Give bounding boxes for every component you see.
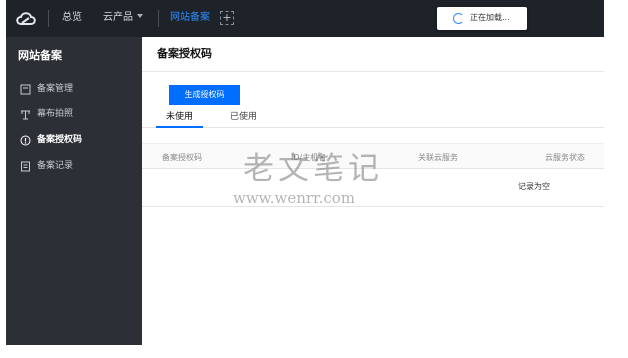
page-header: 备案授权码 (142, 37, 604, 72)
nav-overview[interactable]: 总览 (62, 11, 82, 25)
sidebar-item-label: 备案授权码 (37, 135, 83, 145)
content-area (142, 73, 604, 345)
main-content: 备案授权码 生成授权码 未使用 已使用 备案授权码 ID/主机名 关联云服务 云… (142, 37, 604, 345)
sidebar-item-curtain-photo[interactable]: 幕布拍照 (6, 104, 142, 126)
doc-square-icon (20, 84, 31, 95)
column-header-cloud-service: 关联云服务 (418, 153, 458, 162)
info-circle-icon (20, 135, 31, 146)
active-tab-indicator (156, 126, 203, 128)
camera-stand-icon (21, 110, 30, 120)
loading-text: 正在加载... (470, 13, 510, 22)
divider (158, 10, 159, 27)
tab-unused[interactable]: 未使用 (166, 111, 193, 124)
nav-products[interactable]: 云产品 (103, 11, 143, 25)
loading-spinner-icon (453, 13, 464, 24)
watermark-url: www.wenrr.com (233, 189, 355, 207)
cloud-logo-icon[interactable] (14, 9, 38, 27)
page-title: 备案授权码 (157, 47, 212, 60)
generate-auth-code-button[interactable]: 生成授权码 (169, 85, 240, 105)
sidebar-item-filing-management[interactable]: 备案管理 (6, 79, 142, 101)
loading-toast: 正在加载... (437, 7, 527, 30)
tabs-divider (142, 127, 604, 128)
sidebar-item-label: 备案记录 (37, 161, 74, 171)
record-list-icon (21, 161, 30, 172)
sidebar-item-filing-records[interactable]: 备案记录 (6, 156, 142, 178)
nav-website-filing[interactable]: 网站备案 (170, 11, 210, 25)
sidebar-item-auth-code[interactable]: 备案授权码 (6, 130, 142, 152)
nav-products-label: 云产品 (103, 12, 133, 23)
sidebar: 网站备案 备案管理 幕布拍照 备案授权码 备案记录 (6, 37, 142, 345)
console-window: 总览 云产品 网站备案 + 正在加载... 网站备案 备案管理 幕布拍照 备案授… (0, 0, 628, 358)
sidebar-title: 网站备案 (18, 49, 62, 62)
divider (48, 10, 49, 27)
watermark-text: 老文笔记 (243, 151, 383, 187)
tab-used[interactable]: 已使用 (230, 111, 257, 124)
column-header-auth-code: 备案授权码 (162, 153, 202, 162)
sidebar-item-label: 幕布拍照 (37, 109, 74, 119)
column-header-service-status: 云服务状态 (545, 153, 585, 162)
chevron-down-icon (137, 14, 143, 18)
sidebar-item-label: 备案管理 (37, 84, 74, 94)
top-navigation-bar: 总览 云产品 网站备案 + 正在加载... (6, 0, 604, 37)
empty-state-text: 记录为空 (518, 182, 550, 191)
add-shortcut-button[interactable]: + (220, 11, 234, 25)
